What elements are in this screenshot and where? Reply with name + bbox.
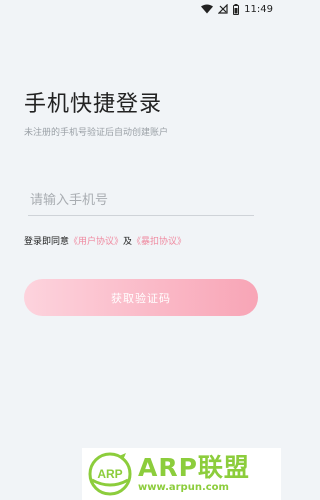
status-bar: 11:49 <box>0 0 281 18</box>
no-signal-icon <box>218 4 228 14</box>
watermark: ARP ARP联盟 www.arpun.com <box>82 448 281 500</box>
battery-icon <box>233 3 240 15</box>
agreement-text: 登录即同意《用户协议》及《暴扣协议》 <box>24 234 186 247</box>
phone-input[interactable] <box>28 186 254 216</box>
status-time: 11:49 <box>244 3 273 15</box>
page-title: 手机快捷登录 <box>24 92 163 117</box>
logo-text: ARP <box>97 467 122 481</box>
deduction-agreement-link[interactable]: 《暴扣协议》 <box>132 237 186 247</box>
agreement-prefix: 登录即同意 <box>24 237 70 247</box>
arp-logo-icon: ARP <box>88 452 132 496</box>
agreement-and: 及 <box>123 237 133 247</box>
watermark-title: ARP联盟 <box>138 453 250 482</box>
user-agreement-link[interactable]: 《用户协议》 <box>69 237 123 247</box>
get-code-button[interactable]: 获取验证码 <box>24 279 258 316</box>
wifi-icon <box>201 4 214 14</box>
watermark-url: www.arpun.com <box>138 482 229 493</box>
page-subtitle: 未注册的手机号验证后自动创建账户 <box>24 128 169 138</box>
